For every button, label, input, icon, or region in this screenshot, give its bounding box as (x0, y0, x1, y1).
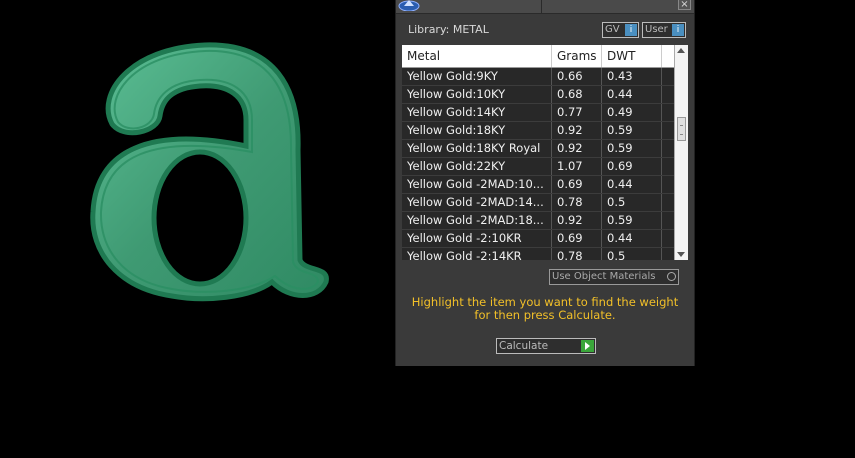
column-header-metal[interactable]: Metal (402, 45, 552, 67)
title-bar-separator (541, 0, 542, 13)
calculate-label: Calculate (499, 340, 549, 352)
close-button[interactable]: × (678, 0, 691, 10)
cell-metal: Yellow Gold:18KY Royal (402, 140, 552, 157)
cell-grams: 0.78 (552, 194, 602, 211)
column-header-dwt[interactable]: DWT (602, 45, 662, 67)
metal-table[interactable]: Metal Grams DWT Yellow Gold:9KY 0.66 0.43 Y… (402, 45, 688, 260)
app-logo-icon (398, 0, 420, 11)
info-icon: i (625, 24, 637, 36)
table-row[interactable]: Yellow Gold:18KY 0.92 0.59 (402, 122, 674, 140)
cell-metal: Yellow Gold -2:14KR (402, 248, 552, 260)
info-icon: i (672, 24, 684, 36)
cell-grams: 0.92 (552, 122, 602, 139)
cell-grams: 0.77 (552, 104, 602, 121)
table-body: Yellow Gold:9KY 0.66 0.43 Yellow Gold:10KY 0… (402, 68, 674, 260)
scroll-up-arrow-icon[interactable] (677, 48, 685, 53)
table-row[interactable]: Yellow Gold -2:14KR 0.78 0.5 (402, 248, 674, 260)
cell-grams: 0.78 (552, 248, 602, 260)
scroll-thumb[interactable] (677, 117, 686, 141)
table-row[interactable]: Yellow Gold:9KY 0.66 0.43 (402, 68, 674, 86)
table-row[interactable]: Yellow Gold:18KY Royal 0.92 0.59 (402, 140, 674, 158)
cell-metal: Yellow Gold:10KY (402, 86, 552, 103)
table-row[interactable]: Yellow Gold -2MAD:14... 0.78 0.5 (402, 194, 674, 212)
table-header: Metal Grams DWT (402, 45, 674, 68)
cell-metal: Yellow Gold -2MAD:14... (402, 194, 552, 211)
cell-dwt: 0.5 (602, 248, 662, 260)
cell-grams: 0.92 (552, 140, 602, 157)
table-row[interactable]: Yellow Gold -2:10KR 0.69 0.44 (402, 230, 674, 248)
cell-grams: 0.92 (552, 212, 602, 229)
cell-metal: Yellow Gold -2:10KR (402, 230, 552, 247)
cell-dwt: 0.69 (602, 158, 662, 175)
cell-dwt: 0.43 (602, 68, 662, 85)
user-toggle[interactable]: User i (642, 22, 686, 38)
cell-metal: Yellow Gold:22KY (402, 158, 552, 175)
cell-dwt: 0.44 (602, 86, 662, 103)
table-row[interactable]: Yellow Gold -2MAD:18... 0.92 0.59 (402, 212, 674, 230)
cell-metal: Yellow Gold:9KY (402, 68, 552, 85)
scroll-down-arrow-icon[interactable] (677, 252, 685, 257)
cell-dwt: 0.44 (602, 176, 662, 193)
cell-dwt: 0.59 (602, 212, 662, 229)
table-row[interactable]: Yellow Gold:14KY 0.77 0.49 (402, 104, 674, 122)
cell-grams: 0.66 (552, 68, 602, 85)
close-icon: × (680, 0, 689, 10)
instructions-text: Highlight the item you want to find the … (396, 296, 694, 322)
table-row[interactable]: Yellow Gold:22KY 1.07 0.69 (402, 158, 674, 176)
gv-toggle[interactable]: GV i (602, 22, 639, 38)
cell-dwt: 0.44 (602, 230, 662, 247)
weight-calculator-panel: × Library: METAL GV i User i Metal Grams… (395, 0, 695, 366)
table-row[interactable]: Yellow Gold -2MAD:10... 0.69 0.44 (402, 176, 674, 194)
calculate-button[interactable]: Calculate (496, 338, 596, 354)
cell-metal: Yellow Gold:14KY (402, 104, 552, 121)
library-label: Library: METAL (408, 23, 489, 36)
cell-grams: 0.68 (552, 86, 602, 103)
user-toggle-label: User (645, 24, 668, 35)
cell-dwt: 0.49 (602, 104, 662, 121)
gv-toggle-label: GV (605, 24, 620, 35)
use-object-materials-option[interactable]: Use Object Materials (549, 269, 679, 285)
table-scrollbar[interactable] (674, 45, 688, 260)
cell-metal: Yellow Gold -2MAD:10... (402, 176, 552, 193)
cell-grams: 1.07 (552, 158, 602, 175)
use-object-materials-label: Use Object Materials (552, 271, 656, 282)
table-row[interactable]: Yellow Gold:10KY 0.68 0.44 (402, 86, 674, 104)
play-arrow-icon (581, 340, 594, 352)
cell-grams: 0.69 (552, 176, 602, 193)
letter-a-3d-model[interactable] (0, 0, 395, 458)
instructions-line-2: for then press Calculate. (474, 308, 616, 322)
cell-metal: Yellow Gold:18KY (402, 122, 552, 139)
radio-icon (667, 272, 676, 281)
cell-grams: 0.69 (552, 230, 602, 247)
cell-dwt: 0.59 (602, 122, 662, 139)
cell-dwt: 0.5 (602, 194, 662, 211)
column-header-grams[interactable]: Grams (552, 45, 602, 67)
cell-metal: Yellow Gold -2MAD:18... (402, 212, 552, 229)
cell-dwt: 0.59 (602, 140, 662, 157)
panel-title-bar[interactable]: × (396, 0, 694, 14)
